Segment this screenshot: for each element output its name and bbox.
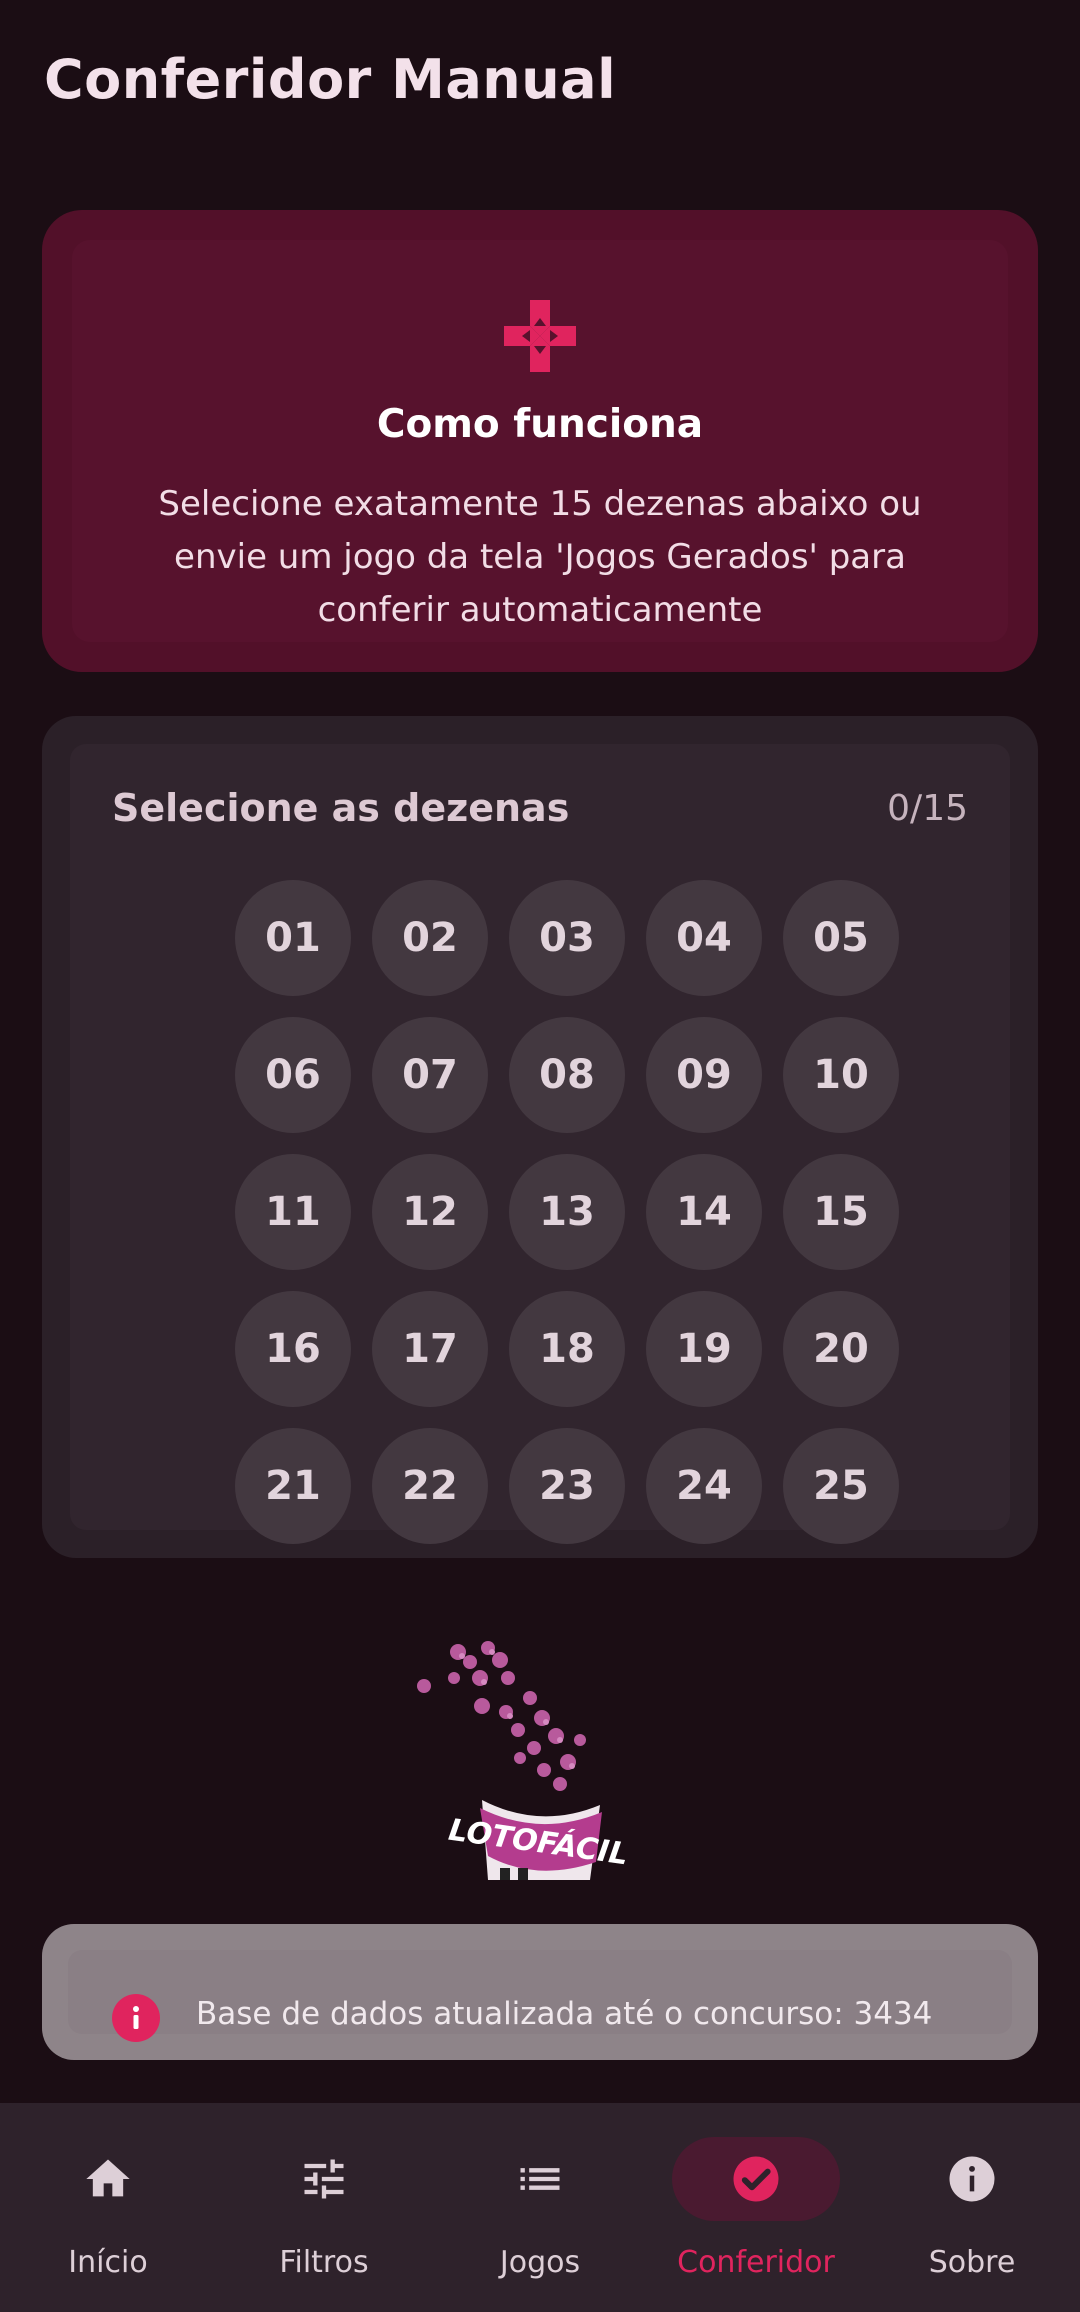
nav-label: Início	[68, 2245, 148, 2280]
database-status-text: Base de dados atualizada até o concurso:…	[196, 1996, 933, 2032]
number-button[interactable]: 13	[509, 1154, 625, 1270]
list-icon	[520, 2168, 560, 2190]
number-button[interactable]: 11	[235, 1154, 351, 1270]
nav-label: Jogos	[499, 2245, 581, 2280]
how-it-works-inner: Como funciona Selecione exatamente 15 de…	[72, 240, 1008, 642]
number-button[interactable]: 24	[646, 1428, 762, 1544]
how-it-works-text: Selecione exatamente 15 dezenas abaixo o…	[158, 484, 922, 630]
database-status-inner: Base de dados atualizada até o concurso:…	[68, 1950, 1012, 2042]
number-button[interactable]: 19	[646, 1291, 762, 1407]
number-button[interactable]: 09	[646, 1017, 762, 1133]
sliders-icon	[304, 2159, 344, 2199]
info-icon	[949, 2156, 995, 2202]
nav-item-jogos[interactable]: Jogos	[432, 2103, 648, 2312]
number-button[interactable]: 25	[783, 1428, 899, 1544]
nav-item-filtros[interactable]: Filtros	[216, 2103, 432, 2312]
ticket: LOTOFÁCIL	[446, 1800, 630, 1880]
number-button[interactable]: 07	[372, 1017, 488, 1133]
number-button[interactable]: 23	[509, 1428, 625, 1544]
number-selector-inner: Selecione as dezenas 0/15 01 02 03 04 05…	[70, 744, 1010, 1544]
page: Conferidor Manual Como funciona Selecion…	[0, 0, 1080, 2312]
nav-icon-container	[888, 2137, 1056, 2221]
number-button[interactable]: 03	[509, 880, 625, 996]
number-selector-card: Selecione as dezenas 0/15 01 02 03 04 05…	[42, 716, 1038, 1558]
home-icon	[86, 2159, 130, 2197]
nav-label: Filtros	[279, 2245, 369, 2280]
nav-item-conferidor[interactable]: Conferidor	[648, 2103, 864, 2312]
selection-counter: 0/15	[887, 788, 968, 829]
number-button[interactable]: 06	[235, 1017, 351, 1133]
number-button[interactable]: 05	[783, 880, 899, 996]
selector-title: Selecione as dezenas	[112, 786, 570, 830]
number-button[interactable]: 22	[372, 1428, 488, 1544]
check-circle-icon	[733, 2156, 779, 2202]
nav-item-sobre[interactable]: Sobre	[864, 2103, 1080, 2312]
number-button[interactable]: 02	[372, 880, 488, 996]
number-button[interactable]: 10	[783, 1017, 899, 1133]
number-button[interactable]: 14	[646, 1154, 762, 1270]
database-status-banner: Base de dados atualizada até o concurso:…	[42, 1924, 1038, 2060]
number-button[interactable]: 04	[646, 880, 762, 996]
bottom-navigation: Início Filtros Jogos Conferidor Sobre	[0, 2103, 1080, 2312]
nav-item-inicio[interactable]: Início	[0, 2103, 216, 2312]
how-it-works-heading: Como funciona	[376, 402, 704, 447]
gamepad-cross-icon	[504, 300, 576, 372]
nav-icon-container	[240, 2137, 408, 2221]
flower-petals	[417, 1641, 586, 1791]
number-button[interactable]: 20	[783, 1291, 899, 1407]
page-title: Conferidor Manual	[44, 48, 617, 111]
how-it-works-card: Como funciona Selecione exatamente 15 de…	[42, 210, 1038, 672]
number-grid: 01 02 03 04 05 06 07 08 09 10 11 12 13 1…	[235, 880, 925, 1544]
nav-label: Sobre	[928, 2245, 1016, 2280]
nav-icon-container	[24, 2137, 192, 2221]
nav-label: Conferidor	[677, 2245, 835, 2280]
number-button[interactable]: 08	[509, 1017, 625, 1133]
number-button[interactable]: 16	[235, 1291, 351, 1407]
number-button[interactable]: 12	[372, 1154, 488, 1270]
number-button[interactable]: 15	[783, 1154, 899, 1270]
lotofacil-illustration: LOTOFÁCIL	[417, 1641, 630, 1880]
number-button[interactable]: 01	[235, 880, 351, 996]
number-button[interactable]: 21	[235, 1428, 351, 1544]
info-icon	[112, 1994, 160, 2042]
nav-icon-container	[456, 2137, 624, 2221]
number-button[interactable]: 17	[372, 1291, 488, 1407]
number-button[interactable]: 18	[509, 1291, 625, 1407]
nav-icon-container-active	[672, 2137, 840, 2221]
